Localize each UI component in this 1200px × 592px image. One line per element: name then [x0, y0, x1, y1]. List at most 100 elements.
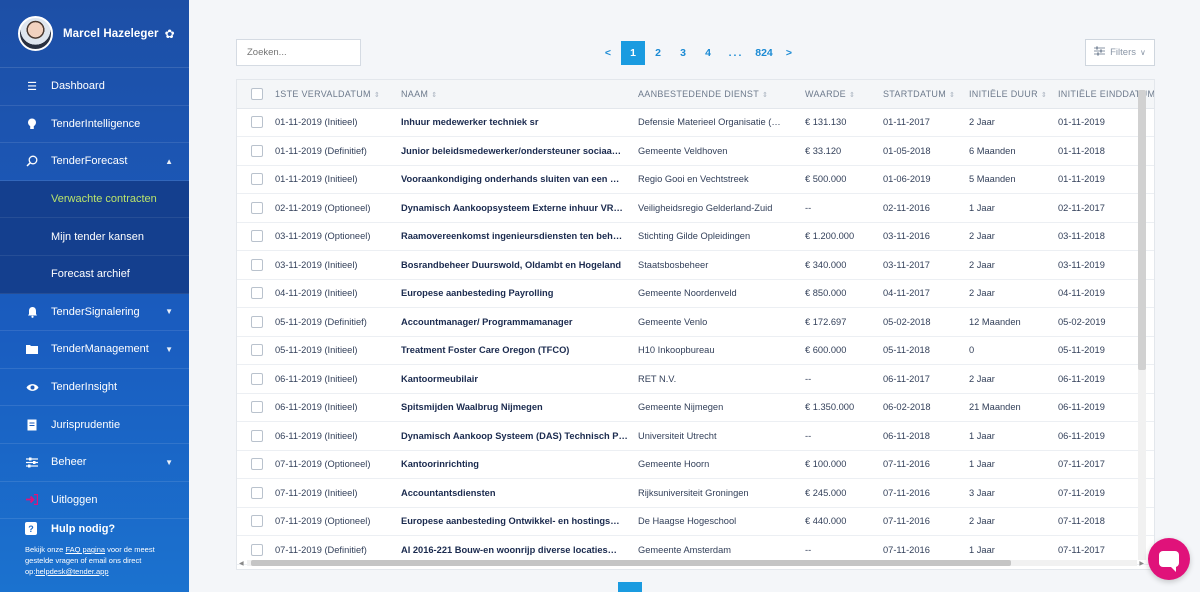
- cell-aanbestedende-dienst: Regio Gooi en Vechtstreek: [638, 174, 749, 185]
- page-button-1-bottom[interactable]: [618, 582, 642, 592]
- cell-initiele-duur: 1 Jaar: [969, 459, 995, 470]
- cell-naam[interactable]: Accountmanager/ Programmamanager: [401, 308, 638, 337]
- table-row[interactable]: 04-11-2019 (Initieel) Europese aanbestedi…: [237, 279, 1154, 308]
- column-header-vervaldatum[interactable]: 1STE VERVALDATUM ⇕: [275, 80, 401, 109]
- search-icon: [25, 154, 39, 168]
- prev-page-button[interactable]: <: [596, 41, 620, 65]
- chat-button[interactable]: [1148, 538, 1190, 580]
- scroll-left-icon[interactable]: ◀: [239, 560, 244, 567]
- select-all-checkbox[interactable]: [251, 87, 263, 100]
- row-checkbox[interactable]: [251, 515, 263, 528]
- table-row[interactable]: 03-11-2019 (Optioneel) Raamovereenkomst i…: [237, 222, 1154, 251]
- sidebar-subitem-verwachte-contracten[interactable]: Verwachte contracten: [0, 180, 189, 219]
- sort-icon: ⇕: [431, 91, 438, 99]
- cell-naam[interactable]: Kantoorinrichting: [401, 450, 638, 479]
- row-checkbox[interactable]: [251, 401, 263, 414]
- cell-naam[interactable]: Bosrandbeheer Duurswold, Oldambt en Hoge…: [401, 251, 638, 280]
- cell-waarde: --: [805, 202, 812, 213]
- sidebar-item-tenderinsight[interactable]: TenderInsight: [0, 369, 189, 407]
- row-checkbox[interactable]: [251, 344, 263, 357]
- page-button-3[interactable]: 3: [671, 41, 695, 65]
- table-row[interactable]: 03-11-2019 (Initieel) Bosrandbeheer Duurs…: [237, 251, 1154, 280]
- cell-aanbestedende-dienst: RET N.V.: [638, 373, 677, 384]
- gear-icon[interactable]: ✿: [165, 27, 175, 41]
- column-header-aanbestedende-dienst[interactable]: AANBESTEDENDE DIENST ⇕: [638, 80, 805, 109]
- avatar[interactable]: [18, 16, 53, 51]
- row-checkbox[interactable]: [251, 543, 263, 556]
- page-button-4[interactable]: 4: [696, 41, 720, 65]
- cell-naam[interactable]: Kantoormeubilair: [401, 365, 638, 394]
- row-checkbox[interactable]: [251, 230, 263, 243]
- cell-initiele-duur: 2 Jaar: [969, 259, 995, 270]
- row-checkbox[interactable]: [251, 429, 263, 442]
- cell-naam[interactable]: Accountantsdiensten: [401, 479, 638, 508]
- horizontal-scrollbar[interactable]: [247, 560, 1137, 566]
- table-row[interactable]: 07-11-2019 (Initieel) Accountantsdiensten…: [237, 479, 1154, 508]
- row-checkbox[interactable]: [251, 173, 263, 186]
- table-row[interactable]: 01-11-2019 (Initieel) Inhuur medewerker t…: [237, 108, 1154, 137]
- cell-initiele-duur: 5 Maanden: [969, 174, 1016, 185]
- table-row[interactable]: 06-11-2019 (Initieel) Spitsmijden Waalbru…: [237, 393, 1154, 422]
- table-row[interactable]: 06-11-2019 (Initieel) Dynamisch Aankoop S…: [237, 422, 1154, 451]
- table-row[interactable]: 06-11-2019 (Initieel) Kantoormeubilair RET…: [237, 365, 1154, 394]
- page-button-last[interactable]: 824: [752, 41, 776, 65]
- page-button-2[interactable]: 2: [646, 41, 670, 65]
- search-input[interactable]: [236, 39, 361, 66]
- row-checkbox[interactable]: [251, 116, 263, 129]
- cell-vervaldatum: 05-11-2019 (Initieel): [275, 345, 358, 356]
- sidebar-item-tenderforecast[interactable]: TenderForecast ▲: [0, 143, 189, 181]
- column-header-naam[interactable]: NAAM ⇕: [401, 80, 638, 109]
- sidebar-item-tenderintelligence[interactable]: TenderIntelligence: [0, 106, 189, 144]
- cell-naam[interactable]: Junior beleidsmedewerker/ondersteuner so…: [401, 137, 638, 166]
- filters-button[interactable]: Filters ∨: [1085, 39, 1155, 66]
- cell-naam[interactable]: Dynamisch Aankoopsysteem Externe inhuur …: [401, 194, 638, 223]
- table-row[interactable]: 01-11-2019 (Initieel) Vooraankondiging on…: [237, 165, 1154, 194]
- table-row[interactable]: 07-11-2019 (Optioneel) Europese aanbested…: [237, 507, 1154, 536]
- cell-naam[interactable]: Europese aanbesteding Payrolling: [401, 279, 638, 308]
- table-row[interactable]: 07-11-2019 (Optioneel) Kantoorinrichting G…: [237, 450, 1154, 479]
- sidebar-subitem-forecast-archief[interactable]: Forecast archief: [0, 255, 189, 294]
- sidebar-item-tendersignalering[interactable]: TenderSignalering ▼: [0, 294, 189, 332]
- cell-naam[interactable]: Vooraankondiging onderhands sluiten van …: [401, 165, 638, 194]
- row-checkbox[interactable]: [251, 315, 263, 328]
- table-row[interactable]: 02-11-2019 (Optioneel) Dynamisch Aankoops…: [237, 194, 1154, 223]
- scroll-right-icon[interactable]: ▶: [1139, 560, 1144, 567]
- cell-naam[interactable]: Raamovereenkomst ingenieursdiensten ten …: [401, 222, 638, 251]
- row-checkbox[interactable]: [251, 458, 263, 471]
- horizontal-scrollbar-thumb[interactable]: [251, 560, 1011, 566]
- sidebar-item-uitloggen[interactable]: Uitloggen: [0, 482, 189, 520]
- cell-aanbestedende-dienst: Gemeente Nijmegen: [638, 402, 724, 413]
- column-header-initiele-duur[interactable]: INITIËLE DUUR ⇕: [969, 80, 1058, 109]
- row-checkbox[interactable]: [251, 287, 263, 300]
- help-text: Bekijk onze FAQ pagina voor de meest ges…: [25, 544, 175, 577]
- sidebar-item-jurisprudentie[interactable]: Jurisprudentie: [0, 406, 189, 444]
- cell-naam[interactable]: Dynamisch Aankoop Systeem (DAS) Technisc…: [401, 422, 638, 451]
- table-row[interactable]: 05-11-2019 (Initieel) Treatment Foster Ca…: [237, 336, 1154, 365]
- row-checkbox[interactable]: [251, 144, 263, 157]
- cell-naam[interactable]: Treatment Foster Care Oregon (TFCO): [401, 336, 638, 365]
- table-row[interactable]: 05-11-2019 (Definitief) Accountmanager/ P…: [237, 308, 1154, 337]
- cell-aanbestedende-dienst: Staatsbosbeheer: [638, 259, 709, 270]
- sidebar-item-tendermanagement[interactable]: TenderManagement ▼: [0, 331, 189, 369]
- cell-naam[interactable]: Inhuur medewerker techniek sr: [401, 108, 638, 137]
- vertical-scrollbar-thumb[interactable]: [1138, 90, 1146, 370]
- row-checkbox[interactable]: [251, 486, 263, 499]
- sliders-icon: [25, 455, 39, 469]
- cell-naam[interactable]: Spitsmijden Waalbrug Nijmegen: [401, 393, 638, 422]
- sidebar-item-beheer[interactable]: Beheer ▼: [0, 444, 189, 482]
- table-row[interactable]: 01-11-2019 (Definitief) Junior beleidsmed…: [237, 137, 1154, 166]
- chevron-down-icon: ▼: [165, 344, 173, 354]
- column-header-waarde[interactable]: WAARDE ⇕: [805, 80, 883, 109]
- row-checkbox[interactable]: [251, 372, 263, 385]
- row-checkbox[interactable]: [251, 258, 263, 271]
- row-checkbox[interactable]: [251, 201, 263, 214]
- cell-aanbestedende-dienst: Universiteit Utrecht: [638, 430, 717, 441]
- column-header-startdatum[interactable]: STARTDATUM ⇕: [883, 80, 969, 109]
- faq-link[interactable]: FAQ pagina: [65, 545, 105, 554]
- sidebar-subitem-mijn-tender-kansen[interactable]: Mijn tender kansen: [0, 218, 189, 256]
- email-link[interactable]: helpdesk@tender.app: [35, 567, 108, 576]
- sidebar-item-dashboard[interactable]: ☰ Dashboard: [0, 68, 189, 106]
- page-button-1[interactable]: 1: [621, 41, 645, 65]
- next-page-button[interactable]: >: [777, 41, 801, 65]
- cell-naam[interactable]: Europese aanbesteding Ontwikkel- en host…: [401, 507, 638, 536]
